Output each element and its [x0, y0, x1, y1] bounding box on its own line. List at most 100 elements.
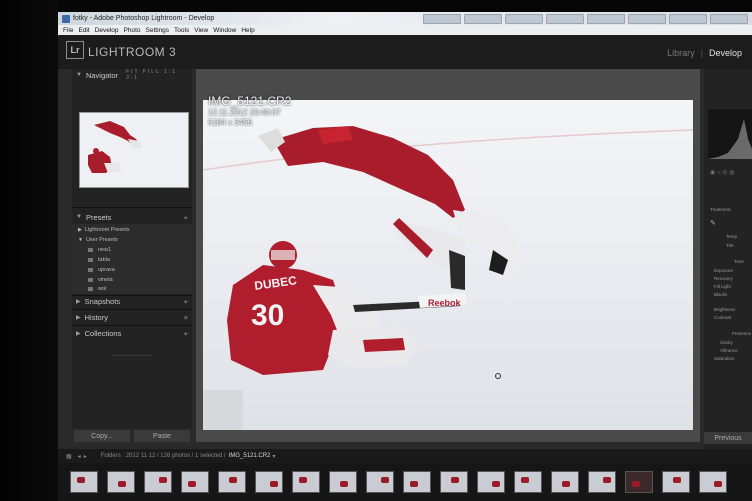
- preset-item[interactable]: tabla: [88, 257, 110, 263]
- add-snapshot-icon[interactable]: +: [184, 297, 188, 306]
- add-preset-icon[interactable]: +: [184, 213, 188, 222]
- filmstrip-thumbnail[interactable]: [292, 471, 320, 493]
- preset-label: wol: [98, 286, 107, 292]
- app-icon: [62, 14, 70, 23]
- filmstrip-thumbnail[interactable]: [181, 471, 209, 493]
- presets-label: Presets: [85, 212, 112, 222]
- filmstrip-thumbnail[interactable]: [366, 471, 394, 493]
- filmstrip-source[interactable]: Folders : 2012 11 12 / 126 photos / 1 se…: [101, 453, 226, 459]
- navigator-label: Navigator: [85, 70, 119, 80]
- filmstrip-thumbnail[interactable]: [403, 471, 431, 493]
- taskbar-button[interactable]: [546, 13, 584, 24]
- preset-icon: [88, 258, 93, 262]
- collections-label: Collections: [84, 328, 122, 338]
- preset-label: vineta: [98, 277, 113, 283]
- expand-triangle-icon: ▶: [78, 227, 82, 233]
- collapse-triangle-icon: ▼: [76, 214, 82, 220]
- app-name: LIGHTROOM 3: [88, 45, 177, 59]
- navigator-zoom-options[interactable]: FIT FILL 1:1 3:1: [126, 69, 192, 81]
- navigator-header[interactable]: ▼ Navigator FIT FILL 1:1 3:1: [72, 69, 192, 81]
- preset-group-label: User Presets: [85, 237, 118, 243]
- copy-button[interactable]: Copy...: [74, 430, 130, 442]
- preset-item[interactable]: vineta: [88, 277, 113, 283]
- previous-button[interactable]: Previous: [704, 432, 752, 444]
- module-develop[interactable]: Develop: [709, 48, 742, 58]
- filmstrip-thumbnail[interactable]: [588, 471, 616, 493]
- thumbnail-figure: [521, 477, 529, 483]
- monitor-bezel-top: [0, 0, 752, 12]
- menu-tools[interactable]: Tools: [174, 27, 189, 34]
- filmstrip-thumbnail[interactable]: [699, 471, 727, 493]
- fill-light-label: Fill Light: [714, 284, 731, 289]
- filmstrip-thumbnail[interactable]: [255, 471, 283, 493]
- module-library[interactable]: Library: [667, 48, 695, 58]
- filmstrip-thumbnail[interactable]: [625, 471, 653, 493]
- filmstrip-thumbnail[interactable]: [477, 471, 505, 493]
- preset-group-label: Lightroom Presets: [84, 227, 130, 233]
- clear-history-icon[interactable]: ×: [184, 313, 188, 322]
- right-panel: ◉ ○ ◎ ◍ Treatment ✎ Temp Tint Tone Expos…: [704, 69, 752, 449]
- snapshots-header[interactable]: ▶ Snapshots +: [72, 295, 192, 307]
- taskbar-button[interactable]: [464, 13, 502, 24]
- dropdown-icon[interactable]: ▾: [272, 453, 275, 460]
- add-collection-icon[interactable]: +: [184, 329, 188, 338]
- thumbnail-figure: [562, 481, 570, 487]
- monitor-screen: fotky - Adobe Photoshop Lightroom - Deve…: [58, 12, 752, 501]
- navigator-preview[interactable]: [79, 112, 189, 188]
- taskbar-button[interactable]: [628, 13, 666, 24]
- tool-strip-icons[interactable]: ◉ ○ ◎ ◍: [710, 169, 734, 176]
- menu-develop[interactable]: Develop: [95, 27, 119, 34]
- brightness-label: Brightness: [714, 307, 736, 312]
- filmstrip-thumbnail[interactable]: [514, 471, 542, 493]
- collapse-triangle-icon: ▼: [78, 237, 83, 243]
- preset-group[interactable]: ▶ Lightroom Presets: [78, 227, 130, 233]
- menu-view[interactable]: View: [194, 27, 208, 34]
- filmstrip: [58, 463, 752, 501]
- presets-header[interactable]: ▼ Presets +: [72, 211, 192, 223]
- window-title-bar: fotky - Adobe Photoshop Lightroom - Deve…: [58, 12, 752, 25]
- menu-file[interactable]: File: [63, 27, 73, 34]
- panel-end-ornament: [112, 345, 152, 356]
- preset-label: uprava: [98, 267, 115, 273]
- history-header[interactable]: ▶ History ×: [72, 311, 192, 323]
- prev-arrow-icon[interactable]: ◂: [78, 453, 81, 460]
- menu-settings[interactable]: Settings: [146, 27, 170, 34]
- eyedropper-icon[interactable]: ✎: [710, 219, 716, 227]
- menu-photo[interactable]: Photo: [124, 27, 141, 34]
- thumbnail-figure: [603, 477, 611, 483]
- preset-item[interactable]: new1: [88, 247, 111, 253]
- taskbar-button[interactable]: [423, 13, 461, 24]
- menu-help[interactable]: Help: [241, 27, 254, 34]
- preset-item[interactable]: wol: [88, 286, 106, 292]
- filmstrip-thumbnail[interactable]: [440, 471, 468, 493]
- main-photo[interactable]: 30 DUBEC Reebok: [203, 100, 693, 430]
- collections-header[interactable]: ▶ Collections +: [72, 327, 192, 339]
- thumbnail-figure: [340, 481, 348, 487]
- grid-view-icon[interactable]: ▦: [66, 453, 72, 460]
- photo-filename: IMG_5121.CR2: [208, 94, 292, 108]
- thumbnail-figure: [492, 481, 500, 487]
- preset-group[interactable]: ▼ User Presets: [78, 237, 118, 243]
- filmstrip-selected-file[interactable]: IMG_5121.CR2: [229, 453, 271, 459]
- taskbar-button[interactable]: [710, 13, 748, 24]
- thumbnail-figure: [118, 481, 126, 487]
- jersey-number: 30: [251, 299, 284, 332]
- menu-edit[interactable]: Edit: [78, 27, 89, 34]
- filmstrip-thumbnail[interactable]: [662, 471, 690, 493]
- next-arrow-icon[interactable]: ▸: [84, 453, 87, 460]
- filmstrip-thumbnail[interactable]: [329, 471, 357, 493]
- filmstrip-thumbnail[interactable]: [70, 471, 98, 493]
- preset-item[interactable]: uprava: [88, 267, 115, 273]
- taskbar-button[interactable]: [587, 13, 625, 24]
- menu-window[interactable]: Window: [213, 27, 236, 34]
- preset-label: tabla: [98, 257, 110, 263]
- filmstrip-thumbnail[interactable]: [551, 471, 579, 493]
- filmstrip-thumbnail[interactable]: [144, 471, 172, 493]
- taskbar-button[interactable]: [505, 13, 543, 24]
- filmstrip-thumbnail[interactable]: [218, 471, 246, 493]
- preset-icon: [88, 287, 93, 291]
- paste-button[interactable]: Paste: [134, 430, 190, 442]
- filmstrip-thumbnail[interactable]: [107, 471, 135, 493]
- histogram[interactable]: [708, 109, 752, 159]
- taskbar-button[interactable]: [669, 13, 707, 24]
